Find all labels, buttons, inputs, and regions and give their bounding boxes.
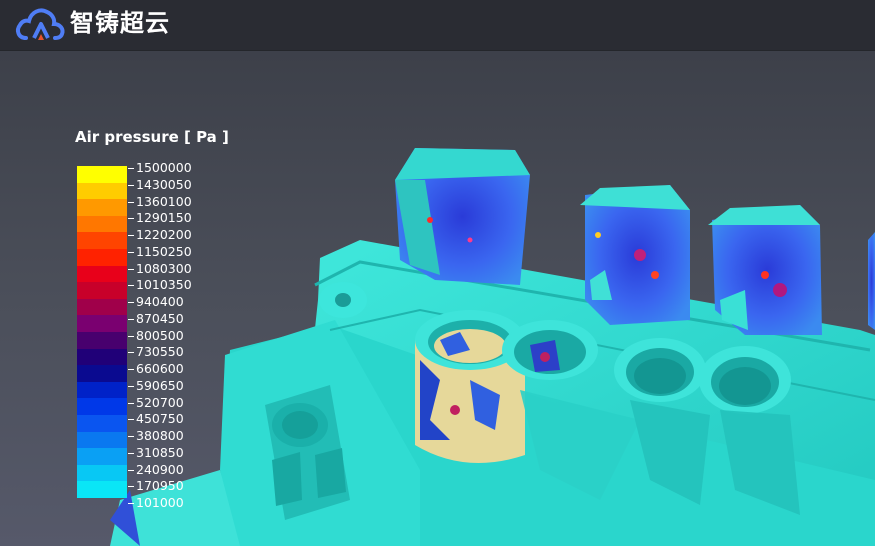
tick-mark: [128, 402, 134, 404]
tick-value: 380800: [136, 428, 184, 443]
tick-mark: [128, 168, 134, 169]
tick-mark: [128, 385, 134, 387]
tick-value: 310850: [136, 444, 184, 460]
scale-tick-label: 800500: [128, 328, 192, 345]
color-swatch: [77, 298, 127, 316]
tick-mark: [128, 251, 134, 253]
riser-3[interactable]: [708, 205, 822, 335]
scale-tick-label: 310850: [128, 445, 192, 462]
scale-tick-label: 101000: [128, 495, 192, 512]
scale-tick-label: 1080300: [128, 261, 192, 278]
tick-mark: [128, 302, 134, 303]
tick-value: 170950: [136, 478, 184, 494]
color-swatch: [77, 448, 127, 465]
color-swatch: [77, 464, 127, 482]
scale-tick-label: 1150250: [128, 244, 192, 261]
tick-value: 870450: [136, 310, 184, 326]
color-swatch: [77, 381, 127, 399]
tick-value: 1150250: [136, 243, 192, 259]
tick-mark: [128, 318, 134, 320]
tick-mark: [128, 469, 134, 471]
color-swatch: [77, 182, 127, 200]
color-swatch: [77, 481, 127, 498]
tick-value: 1010350: [136, 277, 192, 293]
brand-name: 智铸超云: [70, 9, 170, 37]
color-swatch: [77, 265, 127, 283]
tick-mark: [128, 452, 134, 454]
riser-2[interactable]: [580, 185, 690, 325]
scale-tick-label: 380800: [128, 428, 192, 445]
cloud-logo-icon: [16, 8, 65, 40]
tick-value: 520700: [136, 394, 184, 410]
scale-tick-label: 450750: [128, 411, 192, 428]
tick-mark: [128, 486, 134, 488]
color-swatch: [77, 248, 127, 266]
riser-1[interactable]: [395, 148, 530, 285]
bore-3[interactable]: [614, 338, 706, 402]
scale-tick-label: 1010350: [128, 277, 192, 294]
tick-value: 1220200: [136, 227, 192, 242]
tick-value: 590650: [136, 377, 184, 393]
color-swatch: [77, 331, 127, 349]
scale-tick-label: 1290150: [128, 210, 192, 227]
scale-tick-label: 520700: [128, 395, 192, 412]
color-swatch: [77, 199, 127, 216]
tick-value: 1360100: [136, 193, 192, 209]
scale-tick-label: 240900: [128, 462, 192, 479]
tick-value: 1290150: [136, 210, 192, 226]
color-swatch: [77, 166, 127, 183]
bore-4[interactable]: [699, 346, 791, 414]
color-swatch: [77, 315, 127, 332]
scale-tick-label: 660600: [128, 361, 192, 378]
scale-tick-label: 730550: [128, 344, 192, 361]
tick-mark: [128, 352, 134, 354]
tick-mark: [128, 201, 134, 203]
color-swatch: [77, 282, 127, 299]
tick-value: 101000: [136, 495, 184, 510]
scale-tick-label: 170950: [128, 478, 192, 495]
tick-value: 1430050: [136, 176, 192, 192]
tick-value: 730550: [136, 344, 184, 360]
bore-2[interactable]: [502, 320, 598, 380]
tick-mark: [128, 235, 134, 236]
scale-tick-label: 870450: [128, 311, 192, 328]
scale-tick-label: 1430050: [128, 177, 192, 194]
bore-1[interactable]: [415, 310, 525, 463]
color-swatch: [77, 232, 127, 249]
legend-title: Air pressure [ Pa ]: [75, 128, 229, 146]
tick-value: 240900: [136, 461, 184, 477]
color-scale-labels: 1500000 1430050 1360100 1290150 1220200 11502…: [128, 160, 192, 512]
scale-tick-label: 940400: [128, 294, 192, 311]
tick-mark: [128, 184, 134, 186]
tick-mark: [128, 503, 134, 504]
tick-mark: [128, 218, 134, 220]
tick-mark: [128, 268, 134, 270]
tick-mark: [128, 369, 134, 370]
tick-mark: [128, 285, 134, 287]
scale-tick-label: 1360100: [128, 194, 192, 211]
tick-mark: [128, 436, 134, 437]
tick-value: 450750: [136, 411, 184, 427]
tick-mark: [128, 419, 134, 421]
tick-value: 1500000: [136, 160, 192, 175]
color-swatch: [77, 215, 127, 233]
scale-tick-label: 1500000: [128, 160, 192, 177]
color-scale-bar: [77, 166, 127, 508]
top-bar: 智铸超云: [0, 0, 875, 51]
scale-tick-label: 1220200: [128, 227, 192, 244]
tick-value: 1080300: [136, 260, 192, 276]
tick-value: 660600: [136, 361, 184, 376]
tick-mark: [128, 335, 134, 337]
tick-value: 940400: [136, 294, 184, 309]
color-swatch: [77, 348, 127, 366]
color-swatch: [77, 414, 127, 432]
tick-value: 800500: [136, 327, 184, 343]
color-swatch: [77, 431, 127, 449]
scale-tick-label: 590650: [128, 378, 192, 395]
color-swatch: [77, 365, 127, 382]
color-swatch: [77, 398, 127, 415]
